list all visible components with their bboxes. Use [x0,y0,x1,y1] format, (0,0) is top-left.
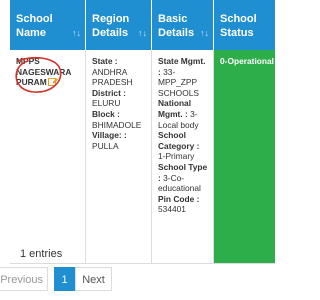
next-button[interactable]: Next [75,267,112,291]
cell-school-name: MPPS NAGESWARA PURAM [10,50,86,264]
header-region-details[interactable]: Region Details ↑↓ [86,0,152,50]
district-value: ELURU [92,98,121,109]
header-region-details-label: Region Details [92,13,130,39]
block-label: Block : [92,108,120,119]
village-label: Village: : [92,130,127,141]
cell-region-details: State : ANDHRA PRADESH District : ELURU … [86,50,152,264]
header-school-status[interactable]: School Status [214,0,275,50]
mgmt-value: 33-MPP_ZPP SCHOOLS [158,66,199,98]
sort-icon[interactable]: ↑↓ [72,26,81,40]
status-badge: 0-Operational [220,56,274,66]
school-category-value: 1-Primary [158,151,195,162]
state-label: State : [92,56,118,66]
edit-icon[interactable] [47,78,56,87]
block-value: BHIMADOLE [92,119,142,130]
school-details-page: School Name ↑↓ Region Details ↑↓ Basic D… [0,0,275,300]
state-value: ANDHRA PRADESH [92,66,133,88]
sort-icon[interactable]: ↑↓ [200,26,209,40]
previous-button[interactable]: Previous [0,267,48,291]
header-basic-details-label: Basic Details [158,13,195,39]
header-school-name[interactable]: School Name ↑↓ [10,0,86,50]
header-school-name-label: School Name [16,13,53,39]
village-value: PULLA [92,140,119,151]
school-type-value: 3-Co-educational [158,172,201,194]
header-school-status-label: School Status [220,13,257,39]
entries-count: 1 entries [20,248,63,260]
pin-code-label: Pin Code : [158,193,200,204]
national-mgmt-label: National Mgmt. : [158,98,192,119]
school-category-label: School Category : [158,130,200,151]
cell-basic-details: State Mgmt. : 33-MPP_ZPP SCHOOLS Nationa… [152,50,214,264]
pin-code-value: 534401 [158,204,186,215]
district-label: District : [92,87,126,98]
cell-school-status: 0-Operational [214,50,275,264]
header-basic-details[interactable]: Basic Details ↑↓ [152,0,214,50]
school-name-link[interactable]: MPPS NAGESWARA PURAM [16,56,71,87]
page-1-button[interactable]: 1 [54,267,75,291]
sort-icon[interactable]: ↑↓ [138,26,147,40]
